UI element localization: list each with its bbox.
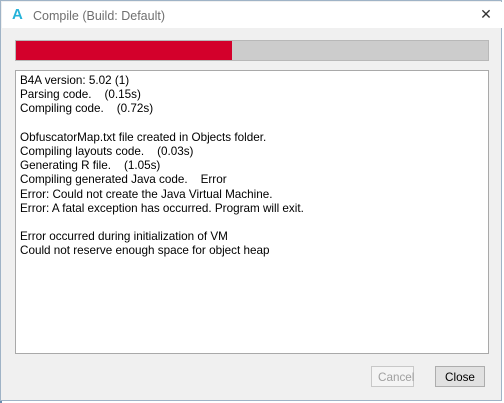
log-line: Error occurred during initialization of … — [20, 230, 228, 244]
compile-progress-bar — [15, 40, 489, 61]
compile-log-output[interactable]: B4A version: 5.02 (1) Parsing code. (0.15… — [15, 70, 489, 354]
log-line: Compiling layouts code. (0.03s) — [20, 144, 194, 158]
log-line: Compiling generated Java code. Error — [20, 173, 227, 187]
log-lines: B4A version: 5.02 (1) Parsing code. (0.15… — [20, 74, 304, 258]
cancel-button[interactable]: Cancel — [371, 366, 414, 387]
log-line: Parsing code. (0.15s) — [20, 88, 141, 102]
log-line: Could not reserve enough space for objec… — [20, 244, 270, 258]
window-title: Compile (Build: Default) — [33, 9, 165, 23]
b4a-app-icon: A — [12, 6, 23, 23]
log-line: ObfuscatorMap.txt file created in Object… — [20, 130, 267, 144]
log-line: Error: A fatal exception has occurred. P… — [20, 201, 304, 215]
close-icon[interactable]: ✕ — [477, 5, 495, 23]
progress-fill — [16, 41, 233, 60]
log-line — [20, 216, 304, 230]
log-line — [20, 117, 304, 131]
close-button[interactable]: Close — [435, 366, 485, 387]
log-line: Error: Could not create the Java Virtual… — [20, 187, 273, 201]
log-line: Generating R file. (1.05s) — [20, 159, 161, 173]
log-line: Compiling code. (0.72s) — [20, 102, 154, 116]
log-line: B4A version: 5.02 (1) — [20, 74, 130, 87]
title-bar[interactable]: A Compile (Build: Default) ✕ — [2, 2, 502, 28]
